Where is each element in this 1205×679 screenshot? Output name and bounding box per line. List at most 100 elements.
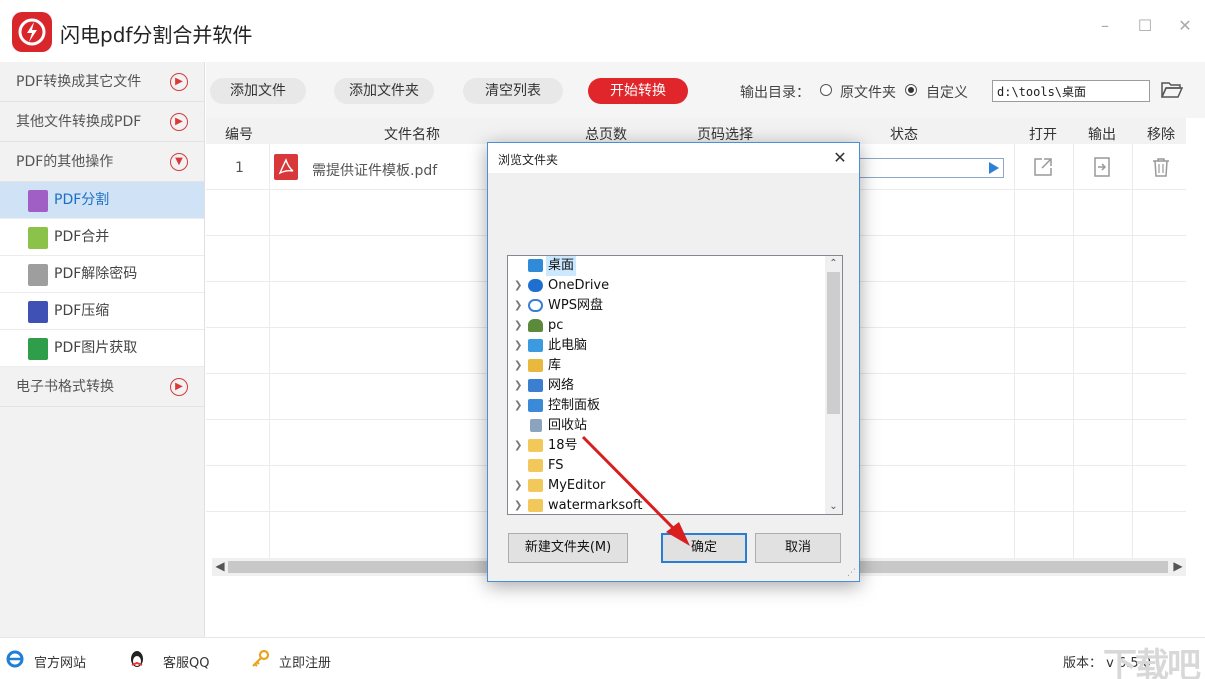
app-title: 闪电pdf分割合并软件	[60, 23, 253, 47]
category-label: PDF转换成其它文件	[16, 74, 142, 90]
expand-icon[interactable]: ❯	[514, 316, 522, 336]
folder-icon	[528, 459, 543, 472]
tree-item-library[interactable]: ❯ 库	[508, 356, 826, 376]
status-progress-bar	[858, 158, 1004, 178]
sidebar-category-pdf-other-ops[interactable]: PDF的其他操作 ▼	[0, 142, 204, 182]
play-icon[interactable]	[989, 162, 999, 174]
official-website-link[interactable]: 官方网站	[34, 652, 86, 671]
trash-icon[interactable]	[1152, 157, 1170, 177]
sidebar-item-pdf-images[interactable]: PDF图片获取	[0, 330, 204, 367]
add-folder-button[interactable]: 添加文件夹	[334, 78, 434, 104]
chevron-right-icon: ▶	[170, 73, 188, 91]
expand-icon[interactable]: ❯	[514, 436, 522, 456]
folder-tree[interactable]: 桌面 ❯ OneDrive ❯ WPS网盘 ❯ pc ❯ 此电脑 ❯ 库 ❯ 网…	[507, 255, 843, 515]
expand-icon[interactable]: ❯	[514, 276, 522, 296]
col-page-select: 页码选择	[697, 127, 753, 143]
folder-icon	[528, 499, 543, 512]
new-folder-button[interactable]: 新建文件夹(M)	[508, 533, 628, 563]
folder-open-icon[interactable]	[1161, 80, 1183, 100]
close-icon[interactable]: ✕	[829, 147, 851, 169]
start-convert-button[interactable]: 开始转换	[588, 78, 688, 104]
sidebar-item-pdf-unlock[interactable]: PDF解除密码	[0, 256, 204, 293]
dialog-titlebar: 浏览文件夹 ✕	[488, 143, 859, 173]
sidebar-category-other-to-pdf[interactable]: 其他文件转换成PDF ▶	[0, 102, 204, 142]
scroll-left-icon[interactable]: ◀	[213, 559, 227, 573]
scroll-down-icon[interactable]: ⌄	[825, 501, 842, 512]
tree-item-label: 库	[548, 358, 562, 373]
tree-item-label: 控制面板	[548, 398, 601, 413]
tree-item-folder-18[interactable]: ❯ 18号	[508, 436, 826, 456]
tree-scrollbar-thumb[interactable]	[827, 272, 840, 414]
scroll-right-icon[interactable]: ▶	[1171, 559, 1185, 573]
tree-item-control-panel[interactable]: ❯ 控制面板	[508, 396, 826, 416]
tree-item-network[interactable]: ❯ 网络	[508, 376, 826, 396]
row-filename: 需提供证件模板.pdf	[312, 163, 438, 179]
expand-icon[interactable]: ❯	[514, 376, 522, 396]
wps-cloud-icon	[528, 299, 543, 312]
sidebar-item-pdf-compress[interactable]: PDF压缩	[0, 293, 204, 330]
output-path-input[interactable]: d:\tools\桌面	[992, 80, 1150, 102]
tree-item-label: MyEditor	[548, 478, 606, 493]
sidebar-item-label: PDF分割	[54, 192, 110, 208]
tree-item-folder-watermarksoft[interactable]: ❯ watermarksoft	[508, 496, 826, 514]
scroll-up-icon[interactable]: ⌃	[825, 258, 842, 269]
support-qq-link[interactable]: 客服QQ	[163, 652, 209, 671]
folder-icon	[528, 479, 543, 492]
sidebar-item-pdf-split[interactable]: PDF分割	[0, 182, 204, 219]
ok-button[interactable]: 确定	[661, 533, 747, 563]
register-link[interactable]: 立即注册	[279, 652, 331, 671]
tree-item-label: watermarksoft	[548, 498, 643, 513]
sidebar-item-label: PDF图片获取	[54, 340, 138, 356]
tree-item-this-pc[interactable]: ❯ 此电脑	[508, 336, 826, 356]
title-bar: 闪电pdf分割合并软件 – ☐ ✕	[0, 0, 1205, 62]
sidebar-category-pdf-to-other[interactable]: PDF转换成其它文件 ▶	[0, 62, 204, 102]
expand-icon[interactable]: ❯	[514, 336, 522, 356]
sidebar-item-label: PDF压缩	[54, 303, 110, 319]
clear-list-button[interactable]: 清空列表	[463, 78, 563, 104]
tree-item-folder-myeditor[interactable]: ❯ MyEditor	[508, 476, 826, 496]
expand-icon[interactable]: ❯	[514, 496, 522, 514]
tree-item-onedrive[interactable]: ❯ OneDrive	[508, 276, 826, 296]
ie-browser-icon[interactable]	[6, 650, 24, 668]
expand-icon[interactable]: ❯	[514, 396, 522, 416]
tree-item-desktop[interactable]: 桌面	[508, 256, 826, 276]
tree-item-pc-user[interactable]: ❯ pc	[508, 316, 826, 336]
split-icon	[28, 190, 48, 212]
radio-original-folder[interactable]	[820, 84, 832, 96]
qq-penguin-icon[interactable]	[128, 650, 146, 668]
tree-item-label: FS	[548, 458, 564, 473]
add-file-button[interactable]: 添加文件	[210, 78, 306, 104]
output-folder-icon[interactable]	[1093, 157, 1111, 177]
minimize-icon[interactable]: –	[1093, 14, 1117, 38]
cancel-button[interactable]: 取消	[755, 533, 841, 563]
expand-icon[interactable]: ❯	[514, 296, 522, 316]
sidebar: PDF转换成其它文件 ▶ 其他文件转换成PDF ▶ PDF的其他操作 ▼ PDF…	[0, 62, 205, 637]
tree-item-label: 回收站	[548, 418, 588, 433]
tree-item-recycle-bin[interactable]: 回收站	[508, 416, 826, 436]
close-window-icon[interactable]: ✕	[1173, 14, 1197, 38]
sidebar-item-label: PDF解除密码	[54, 266, 138, 282]
tree-vertical-scrollbar[interactable]: ⌃ ⌄	[825, 256, 842, 514]
control-panel-icon	[528, 399, 543, 412]
col-filename: 文件名称	[384, 127, 440, 143]
maximize-icon[interactable]: ☐	[1133, 14, 1157, 38]
tree-item-wps-cloud[interactable]: ❯ WPS网盘	[508, 296, 826, 316]
library-icon	[528, 359, 543, 372]
key-icon[interactable]	[251, 650, 269, 668]
onedrive-icon	[528, 279, 543, 292]
merge-icon	[28, 227, 48, 249]
tree-item-folder-fs[interactable]: FS	[508, 456, 826, 476]
radio-custom-folder[interactable]	[905, 84, 917, 96]
expand-icon[interactable]: ❯	[514, 476, 522, 496]
sidebar-item-pdf-merge[interactable]: PDF合并	[0, 219, 204, 256]
footer: 官方网站 客服QQ 立即注册 版本： v 6.5.0 下载吧	[0, 637, 1205, 679]
resize-grip-icon[interactable]: ⋰	[847, 568, 856, 578]
col-remove: 移除	[1147, 127, 1175, 143]
image-icon	[28, 338, 48, 360]
open-file-icon[interactable]	[1033, 157, 1053, 177]
expand-icon[interactable]: ❯	[514, 356, 522, 376]
sidebar-category-ebook[interactable]: 电子书格式转换 ▶	[0, 367, 204, 407]
tree-item-label: 网络	[548, 378, 575, 393]
watermark-logo: 下载吧	[1103, 646, 1201, 679]
computer-icon	[528, 339, 543, 352]
